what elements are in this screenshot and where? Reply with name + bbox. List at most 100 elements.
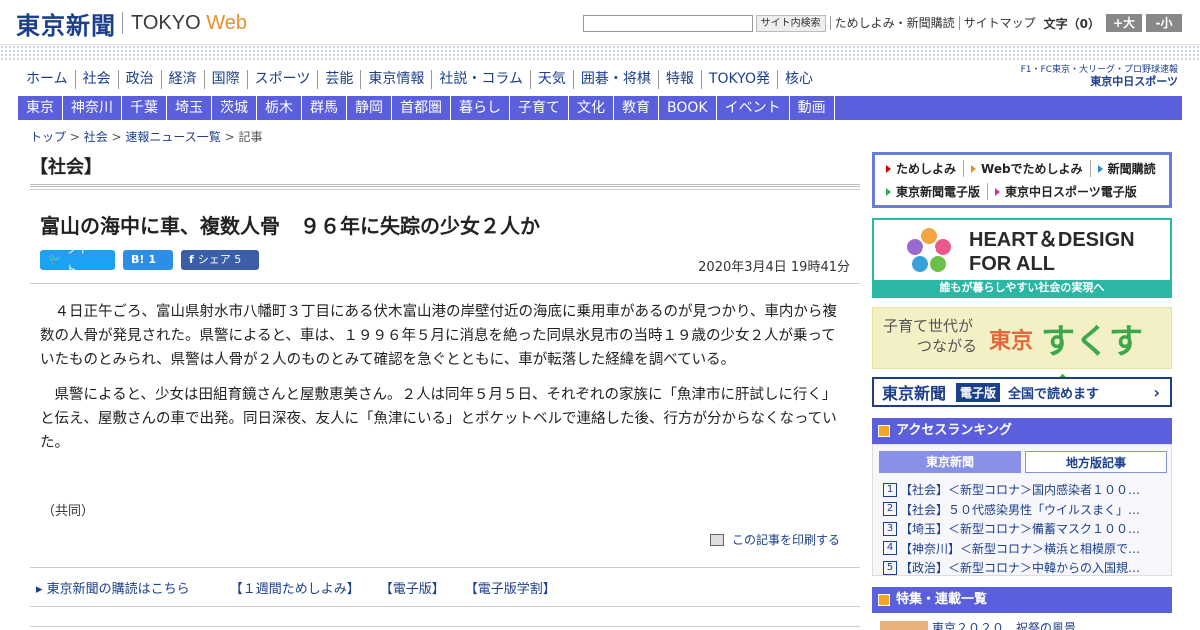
subnav-event[interactable]: イベント (717, 96, 790, 120)
print-label: この記事を印刷する (731, 533, 840, 547)
rank-title: 【政治】＜新型コロナ＞中韓からの入国規… (900, 561, 1141, 576)
breadcrumb-news-list[interactable]: 速報ニュース一覧 (125, 130, 220, 144)
font-size-label: 文字（0） (1043, 16, 1100, 31)
nav-society[interactable]: 社会 (76, 70, 119, 89)
subnav-tokyo[interactable]: 東京 (18, 96, 63, 120)
nav-weather[interactable]: 天気 (531, 70, 574, 89)
tokyo-sukusuku-banner[interactable]: 子育て世代が つながる 東京 すくすく (872, 307, 1172, 411)
side-link-subscribe[interactable]: 新聞購読 (1091, 160, 1163, 177)
breadcrumb-top[interactable]: トップ (30, 130, 66, 144)
nav-tokyo-info[interactable]: 東京情報 (361, 70, 433, 89)
subnav-culture[interactable]: 文化 (569, 96, 614, 120)
nav-economy[interactable]: 経済 (162, 70, 205, 89)
print-article-link[interactable]: この記事を印刷する (709, 531, 840, 548)
features-header: 特集・連載一覧 (872, 587, 1172, 613)
subnav-kosodate[interactable]: 子育て (510, 96, 569, 120)
breadcrumb-current: 記事 (238, 130, 263, 144)
blue-arrow-icon (1097, 164, 1103, 173)
nav-tokyo-hatsu[interactable]: TOKYO発 (702, 70, 778, 89)
share-label: シェア (197, 253, 231, 266)
nav-go-shogi[interactable]: 囲碁・将棋 (574, 70, 659, 89)
ranking-item[interactable]: 5 【政治】＜新型コロナ＞中韓からの入国規… (883, 558, 1168, 578)
subnav-chiba[interactable]: 千葉 (122, 96, 167, 120)
digital-banner-tag: 電子版 (956, 382, 1001, 402)
breadcrumb-society[interactable]: 社会 (84, 130, 108, 144)
subnav-kurashi[interactable]: 暮らし (451, 96, 510, 120)
subnav-gunma[interactable]: 群馬 (302, 96, 347, 120)
hatena-bookmark-button[interactable]: B! 1 (123, 250, 173, 270)
feature-item[interactable]: 東京２０２０ 祝祭の風景 (932, 619, 1076, 630)
font-larger-button[interactable]: +大 (1106, 14, 1142, 32)
ranking-panel: 東京新聞 地方版記事 1 【社会】＜新型コロナ＞国内感染者１００… 2 【社会】５０… (872, 444, 1172, 576)
ranking-item[interactable]: 1 【社会】＜新型コロナ＞国内感染者１００… (883, 480, 1168, 500)
ranking-item[interactable]: 2 【社会】５０代感染男性「ウイルスまく」… (883, 500, 1168, 520)
footer-divider (30, 606, 860, 607)
link-subscribe[interactable]: ▸ 東京新聞の購読はこちら (36, 578, 210, 597)
side-link-chunichi-digital[interactable]: 東京中日スポーツ電子版 (988, 183, 1144, 200)
nav-kakushin[interactable]: 核心 (778, 70, 820, 89)
subnav-shutoken[interactable]: 首都圏 (392, 96, 451, 120)
header-tools: サイト内検索 ためしよみ・新聞購読 サイトマップ 文字（0） +大 -小 (582, 14, 1182, 32)
nav-home[interactable]: ホーム (20, 70, 76, 89)
article-divider (30, 283, 860, 284)
link-subscribe-label: 東京新聞の購読はこちら (46, 582, 190, 597)
link-sitemap[interactable]: サイトマップ (958, 16, 1036, 30)
link-row: ためしよみ Webでためしよみ 新聞購読 (879, 157, 1165, 180)
features-panel: 東京２０２０ 祝祭の風景 (872, 613, 1172, 630)
ranking-tabs: 東京新聞 地方版記事 (879, 451, 1171, 473)
subnav-ibaraki[interactable]: 茨城 (212, 96, 257, 120)
subnav-saitama[interactable]: 埼玉 (167, 96, 212, 120)
link-trial-subscribe[interactable]: ためしよみ・新聞購読 (829, 16, 955, 30)
logo-japanese: 東京新聞 (16, 10, 116, 40)
ranking-item[interactable]: 3 【埼玉】＜新型コロナ＞備蓄マスク１００… (883, 519, 1168, 539)
tab-tokyo-shimbun[interactable]: 東京新聞 (879, 451, 1021, 473)
red-arrow-icon (886, 164, 891, 173)
main-nav: ホーム 社会 政治 経済 国際 スポーツ 芸能 東京情報 社説・コラム 天気 囲… (20, 70, 820, 89)
subnav-education[interactable]: 教育 (614, 96, 659, 120)
feature-thumbnail[interactable] (880, 621, 928, 630)
heart-line2: FOR ALL (969, 253, 1055, 275)
side-link-trial[interactable]: ためしよみ (879, 160, 965, 177)
twitter-bird-icon: 🐦 (48, 253, 62, 266)
breadcrumb-sep: > (220, 130, 239, 144)
footer-divider (30, 567, 860, 568)
ranking-item[interactable]: 4 【神奈川】＜新型コロナ＞横浜と相模原で… (883, 539, 1168, 559)
subnav-shizuoka[interactable]: 静岡 (347, 96, 392, 120)
subnav-kanagawa[interactable]: 神奈川 (63, 96, 122, 120)
rank-number: 3 (883, 521, 897, 536)
site-search-input[interactable] (582, 14, 753, 32)
nav-editorial[interactable]: 社説・コラム (432, 70, 531, 89)
heart-title: HEART＆DESIGN FOR ALL (969, 228, 1135, 276)
nav-tokuho[interactable]: 特報 (659, 70, 702, 89)
site-logo[interactable]: 東京新聞 TOKYO Web (16, 8, 247, 40)
chunichi-sports-banner[interactable]: F1・FC東京・大リーグ・プロ野球速報 東京中日スポーツ (1021, 64, 1178, 88)
side-link-digital[interactable]: 東京新聞電子版 (879, 183, 989, 200)
rank-title: 【社会】５０代感染男性「ウイルスまく」… (900, 502, 1141, 517)
rank-title: 【社会】＜新型コロナ＞国内感染者１００… (900, 483, 1141, 498)
chunichi-logo-text: 東京中日スポーツ (1090, 75, 1178, 88)
link-digital[interactable]: 【電子版】 (380, 578, 445, 597)
subnav-book[interactable]: BOOK (659, 96, 717, 120)
link-trial-week[interactable]: 【１週間ためしよみ】 (230, 578, 360, 597)
nav-international[interactable]: 国際 (205, 70, 248, 89)
subnav-video[interactable]: 動画 (790, 96, 835, 120)
nav-politics[interactable]: 政治 (119, 70, 162, 89)
heart-design-banner[interactable]: HEART＆DESIGN FOR ALL 誰もが暮らしやすい社会の実現へ (872, 218, 1172, 298)
site-header: 東京新聞 TOKYO Web サイト内検索 ためしよみ・新聞購読 サイトマップ … (0, 0, 1200, 44)
breadcrumb: トップ > 社会 > 速報ニュース一覧 > 記事 (30, 128, 263, 145)
nav-entertainment[interactable]: 芸能 (318, 70, 362, 89)
subnav-tochigi[interactable]: 栃木 (257, 96, 302, 120)
orange-arrow-icon (971, 164, 977, 173)
side-link-web-trial[interactable]: Webでためしよみ (964, 160, 1091, 177)
tweet-button[interactable]: 🐦 ツイート (40, 243, 115, 276)
chevron-right-icon: › (1153, 382, 1160, 402)
link-digital-student[interactable]: 【電子版学割】 (465, 578, 556, 597)
font-smaller-button[interactable]: -小 (1146, 14, 1182, 32)
nav-sports[interactable]: スポーツ (248, 70, 319, 89)
printer-icon (709, 533, 724, 546)
facebook-share-button[interactable]: f シェア 5 (181, 250, 259, 270)
orange-square-icon (878, 594, 890, 606)
site-search-button[interactable]: サイト内検索 (755, 14, 826, 32)
digital-edition-banner[interactable]: 東京新聞 電子版 全国で読めます › (872, 377, 1172, 407)
tab-local-articles[interactable]: 地方版記事 (1025, 451, 1167, 473)
